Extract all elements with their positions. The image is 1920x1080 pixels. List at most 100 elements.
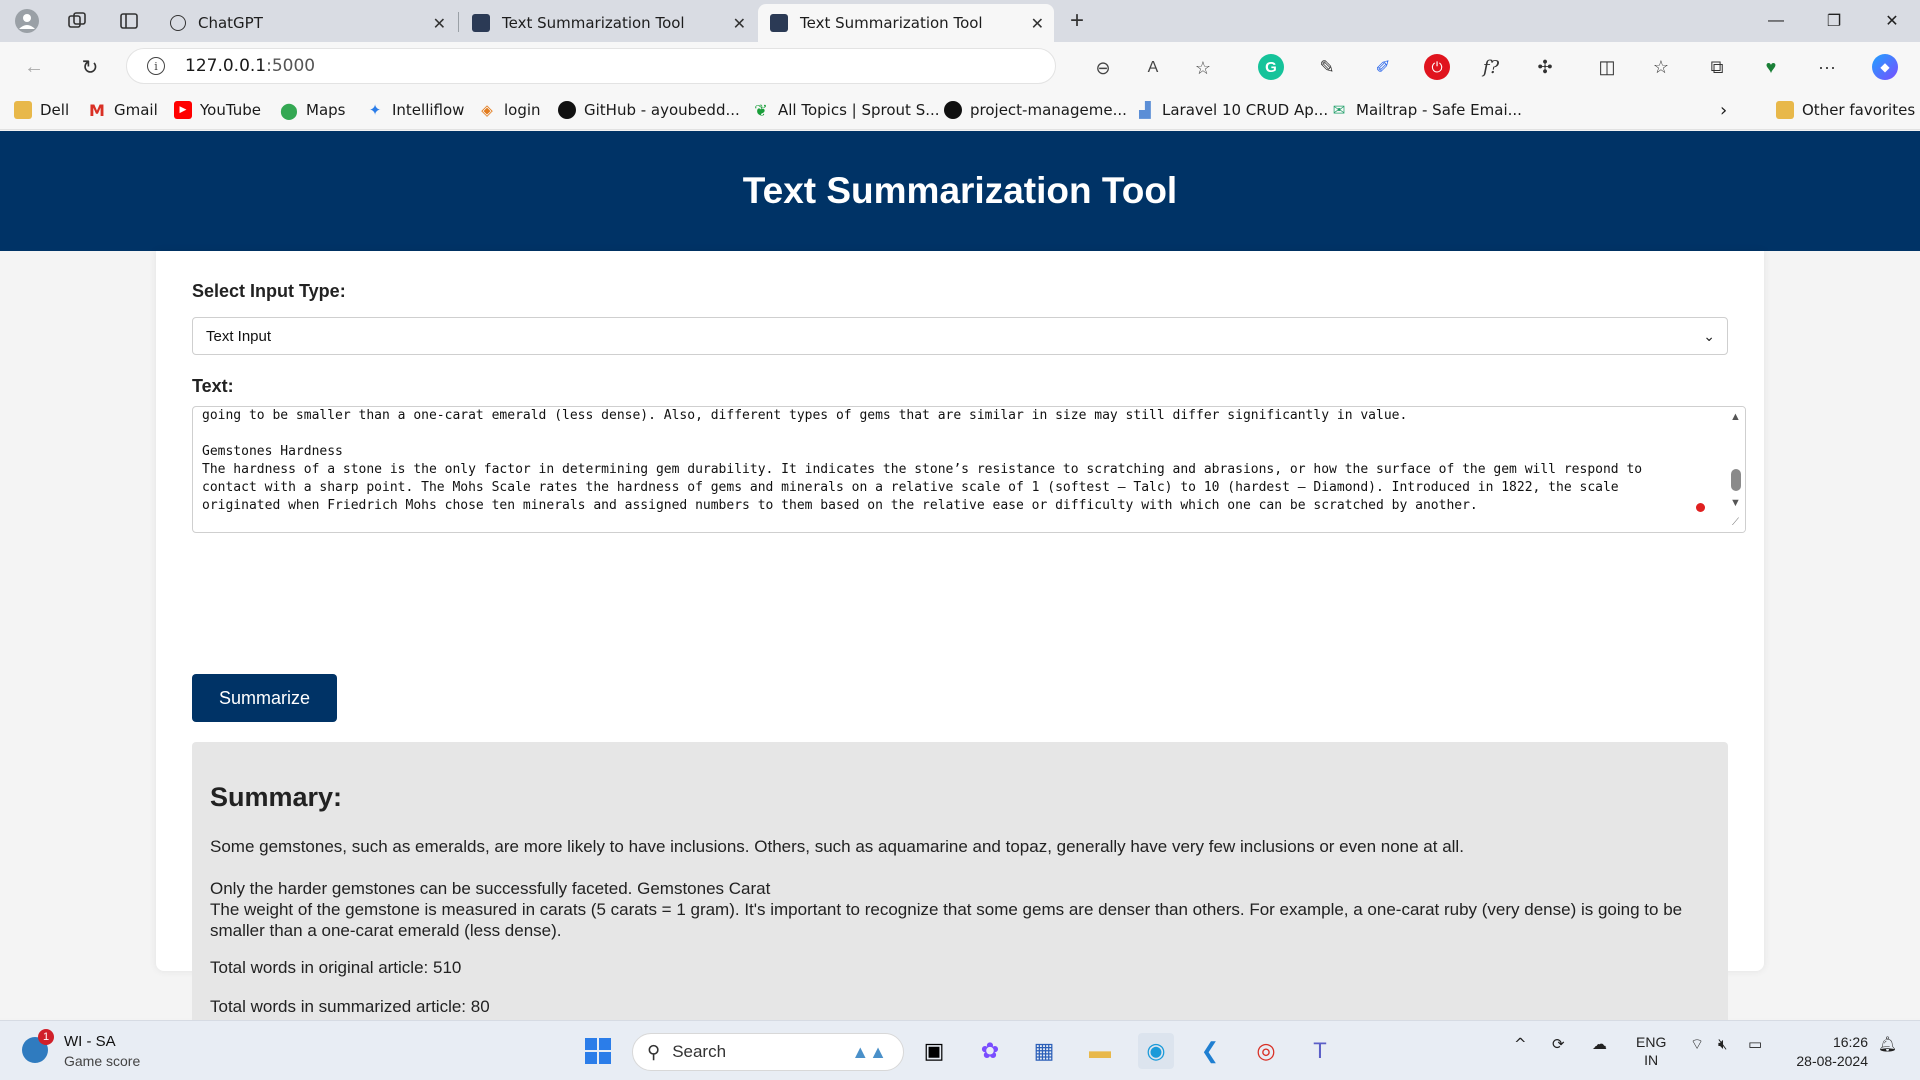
bookmark-gmail[interactable]: M Gmail [88,98,158,122]
widget-subtitle: Game score [64,1053,141,1069]
battery-icon[interactable]: ▭ [1748,1035,1762,1053]
windows-taskbar: 1 WI - SA Game score ⚲ Search ▲▲ ▣ ✿ ▦ ▬… [0,1020,1920,1080]
laravel-icon: ▟ [1139,101,1151,119]
adblock-icon[interactable]: ⏻ [1424,54,1450,80]
page-header: Text Summarization Tool [0,131,1920,251]
weather-widget[interactable]: 1 WI - SA Game score [22,1029,162,1071]
chrome-icon[interactable]: ◎ [1248,1033,1284,1069]
text-input-area[interactable]: going to be smaller than a one-carat eme… [192,406,1746,533]
tab-chatgpt[interactable]: ChatGPT ✕ [158,4,456,42]
volume-muted-icon[interactable]: 🔇︎ [1718,1035,1727,1053]
microsoft-store-icon[interactable]: ▦ [1026,1033,1062,1069]
total-words-original: Total words in original article: 510 [210,958,462,977]
tab-bar: ChatGPT ✕ Text Summarization Tool ✕ Text… [0,0,1920,42]
bookmark-github-ayoubedd[interactable]: GitHub - ayoubedd... [558,98,740,122]
site-info-icon[interactable]: i [147,57,165,75]
workspaces-icon[interactable] [62,6,92,36]
bookmark-youtube[interactable]: ▶ YouTube [174,98,261,122]
terminal-icon [770,14,788,32]
new-tab-icon[interactable]: + [1062,6,1092,36]
url-text: 127.0.0.1:5000 [185,56,316,76]
copilot-icon[interactable]: ◆ [1872,54,1898,80]
bookmark-maps[interactable]: ⬤ Maps [280,98,345,122]
tab-text-summarization-1[interactable]: Text Summarization Tool ✕ [460,4,756,42]
bookmark-dell[interactable]: Dell [14,98,69,122]
address-input[interactable]: i 127.0.0.1:5000 ⊖ A ☆ [126,48,1211,84]
more-menu-icon[interactable]: ··· [1814,54,1840,80]
notifications-bell-icon[interactable]: 🔔︎ [1878,1035,1897,1053]
wifi-icon[interactable]: ⌔ [1690,1035,1704,1054]
split-screen-icon[interactable]: ◫ [1594,54,1620,80]
bookmark-intelliflow[interactable]: ✦ Intelliflow [366,98,465,122]
bookmark-sprout[interactable]: ❦ All Topics | Sprout S... [752,98,939,122]
browser-essentials-icon[interactable]: ♥ [1758,54,1784,80]
close-window-button[interactable]: ✕ [1864,6,1920,36]
teams-icon[interactable]: T [1302,1033,1338,1069]
minimize-button[interactable]: — [1748,6,1804,36]
taskbar-search-input[interactable]: ⚲ Search ▲▲ [632,1033,904,1071]
profile-icon[interactable] [12,6,42,36]
grammarly-icon[interactable]: G [1258,54,1284,80]
gmail-icon: M [89,100,105,120]
search-placeholder: Search [672,1042,727,1061]
favorites-icon[interactable]: ☆ [1648,54,1674,80]
copilot-app-icon[interactable]: ✿ [972,1033,1008,1069]
scroll-down-arrow-icon[interactable]: ▼ [1730,497,1741,509]
close-icon[interactable]: ✕ [433,14,446,33]
tab-actions-icon[interactable] [114,6,144,36]
resize-handle-icon[interactable]: ⟋ [1732,517,1739,528]
refresh-icon[interactable]: ↻ [74,51,106,83]
summary-heading: Summary: [210,782,343,812]
show-hidden-icons-chevron-icon[interactable]: ^ [1514,1035,1527,1053]
collections-icon[interactable]: ⧉ [1704,54,1730,80]
read-aloud-icon[interactable]: A [1141,56,1165,80]
tab-title: ChatGPT [198,14,263,32]
bookmark-laravel-crud[interactable]: ▟ Laravel 10 CRUD Ap... [1136,98,1328,122]
zoom-out-icon[interactable]: ⊖ [1091,56,1115,80]
sync-icon[interactable]: ⟳ [1552,1035,1565,1053]
close-icon[interactable]: ✕ [1031,14,1044,33]
extensions-puzzle-icon[interactable]: ✣ [1532,54,1558,80]
sprout-leaf-icon: ❦ [754,100,768,120]
onedrive-cloud-icon[interactable]: ☁ [1592,1035,1607,1053]
terminal-icon [472,14,490,32]
textarea-scrollbar[interactable]: ▲ ▼ ⟋ [1727,407,1745,532]
back-arrow-icon[interactable]: ← [18,51,50,83]
clock[interactable]: 16:26 28-08-2024 [1784,1033,1868,1071]
close-icon[interactable]: ✕ [733,14,746,33]
clock-date: 28-08-2024 [1796,1053,1868,1069]
summary-paragraph-2-line-1: Only the harder gemstones can be success… [210,879,771,898]
vscode-icon[interactable]: ❮ [1192,1033,1228,1069]
function-icon[interactable]: f? [1478,54,1504,80]
eyedropper-icon[interactable]: ✎ [1314,54,1340,80]
summary-paragraph-1: Some gemstones, such as emeralds, are mo… [210,837,1464,856]
bookmark-login[interactable]: ◈ login [478,98,540,122]
bookmark-other-favorites[interactable]: Other favorites [1776,98,1915,122]
tab-title: Text Summarization Tool [502,14,685,32]
favorite-star-icon[interactable]: ☆ [1191,56,1215,80]
search-icon: ⚲ [647,1041,661,1062]
start-windows-icon[interactable] [580,1033,616,1069]
bookmark-project-management[interactable]: project-manageme... [944,98,1127,122]
task-view-icon[interactable]: ▣ [916,1033,952,1069]
input-type-select[interactable]: Text Input ⌄ [192,317,1728,355]
edge-browser-icon[interactable]: ◉ [1138,1033,1174,1069]
summary-panel: Summary: Some gemstones, such as emerald… [192,742,1728,1055]
file-explorer-icon[interactable]: ▬ [1082,1033,1118,1069]
total-words-summarized: Total words in summarized article: 80 [210,997,490,1016]
text-input-content[interactable]: going to be smaller than a one-carat eme… [202,407,1702,515]
language-indicator[interactable]: ENG IN [1636,1033,1666,1069]
clock-time: 16:26 [1832,1034,1868,1050]
bookmark-mailtrap[interactable]: ✉ Mailtrap - Safe Emai... [1330,98,1522,122]
restore-button[interactable]: ❐ [1806,6,1862,36]
tab-text-summarization-2[interactable]: Text Summarization Tool ✕ [758,4,1054,42]
scroll-up-arrow-icon[interactable]: ▲ [1730,411,1741,423]
text-label: Text: [192,376,234,396]
maps-pin-icon: ⬤ [280,100,298,120]
grammarly-indicator-icon[interactable] [1696,503,1705,512]
extension-pen-icon[interactable]: ✐ [1370,54,1396,80]
scrollbar-thumb[interactable] [1731,469,1741,491]
bookmarks-overflow-chevron-icon[interactable]: › [1720,98,1727,122]
summarize-button[interactable]: Summarize [192,674,337,722]
folder-icon [14,101,32,119]
